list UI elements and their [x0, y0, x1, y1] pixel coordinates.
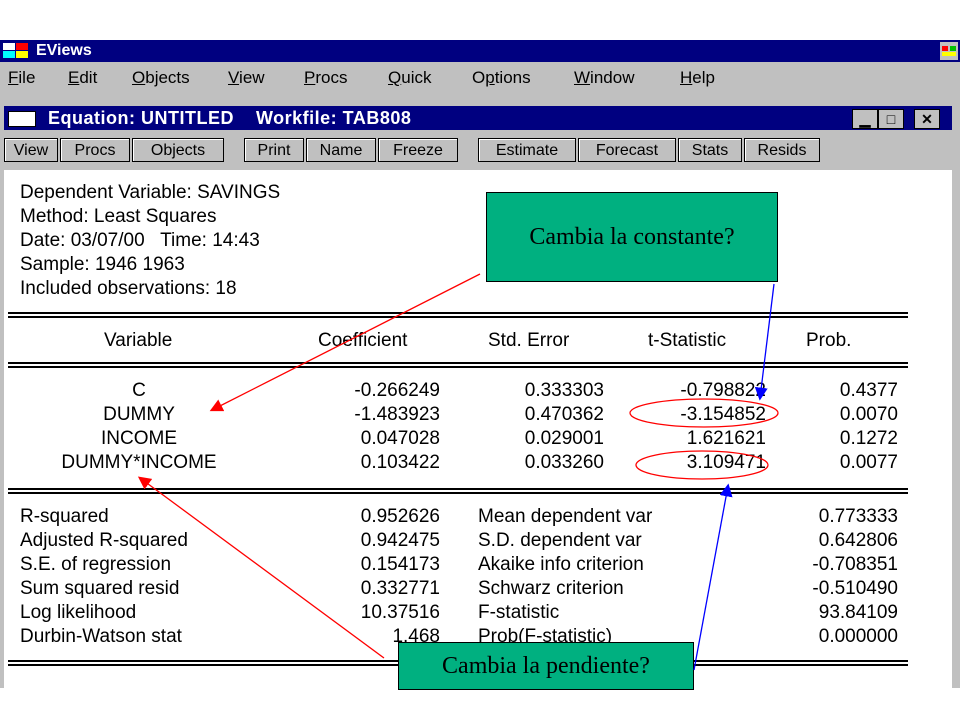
stat-value: 0.942475: [360, 530, 440, 551]
coef-t-statistic: -0.798822: [680, 380, 766, 401]
stat-label: Sum squared resid: [20, 578, 180, 599]
date-time: Date: 03/07/00 Time: 14:43: [20, 230, 260, 251]
callout-slope: Cambia la pendiente?: [398, 642, 694, 690]
resids-button[interactable]: Resids: [744, 138, 820, 162]
coef-std-error: 0.333303: [524, 380, 604, 401]
name-button[interactable]: Name: [306, 138, 376, 162]
coef-value: 0.103422: [360, 452, 440, 473]
stat-value: 93.84109: [818, 602, 898, 623]
coef-prob: 0.1272: [839, 428, 898, 449]
app-title: EViews: [36, 42, 92, 59]
coef-value: 0.047028: [360, 428, 440, 449]
column-header-coefficient: Coefficient: [318, 330, 408, 351]
forecast-button[interactable]: Forecast: [578, 138, 676, 162]
coef-t-statistic: 3.109471: [686, 452, 766, 473]
table-divider: [8, 312, 908, 318]
coef-t-statistic: 1.621621: [686, 428, 766, 449]
app-title-bar: EViews: [0, 40, 960, 62]
callout-constant: Cambia la constante?: [486, 192, 778, 282]
coef-value: -0.266249: [354, 380, 440, 401]
stat-label: Schwarz criterion: [478, 578, 624, 599]
coef-prob: 0.4377: [839, 380, 898, 401]
stat-value: 0.952626: [360, 506, 440, 527]
included-observations: Included observations: 18: [20, 278, 237, 299]
close-icon[interactable]: ✕: [914, 109, 940, 129]
column-header-t-statistic: t-Statistic: [648, 330, 727, 351]
stat-value: 0.000000: [818, 626, 898, 647]
column-header-prob: Prob.: [806, 330, 852, 351]
table-divider: [8, 362, 908, 368]
window-icon: [8, 111, 36, 127]
eviews-app-icon: [3, 43, 28, 58]
menu-quick[interactable]: Quick: [388, 68, 431, 88]
coef-std-error: 0.029001: [524, 428, 604, 449]
menu-file[interactable]: File: [8, 68, 35, 88]
menu-edit[interactable]: Edit: [68, 68, 97, 88]
method: Method: Least Squares: [20, 206, 217, 227]
maximize-icon[interactable]: □: [878, 109, 904, 129]
coef-t-statistic: -3.154852: [680, 404, 766, 425]
stat-value: 0.642806: [818, 530, 898, 551]
system-menu-icon[interactable]: [940, 42, 958, 60]
view-button[interactable]: View: [4, 138, 58, 162]
stat-label: F-statistic: [478, 602, 560, 623]
stat-value: -0.510490: [812, 578, 898, 599]
sample: Sample: 1946 1963: [20, 254, 185, 275]
stat-label: S.D. dependent var: [478, 530, 642, 551]
menu-help[interactable]: Help: [680, 68, 715, 88]
coef-variable: C: [132, 380, 146, 401]
stat-label: Akaike info criterion: [478, 554, 644, 575]
menu-view[interactable]: View: [228, 68, 265, 88]
table-divider: [8, 488, 908, 494]
menu-bar: File Edit Objects View Procs Quick Optio…: [0, 62, 960, 92]
stat-value: 10.37516: [360, 602, 440, 623]
coef-value: -1.483923: [354, 404, 440, 425]
stats-button[interactable]: Stats: [678, 138, 742, 162]
freeze-button[interactable]: Freeze: [378, 138, 458, 162]
equation-toolbar: View Procs Objects Print Name Freeze Est…: [4, 136, 952, 164]
stat-label: Durbin-Watson stat: [20, 626, 182, 647]
procs-button[interactable]: Procs: [60, 138, 130, 162]
coef-std-error: 0.470362: [524, 404, 604, 425]
menu-window[interactable]: Window: [574, 68, 634, 88]
column-header-std-error: Std. Error: [488, 330, 570, 351]
menu-objects[interactable]: Objects: [132, 68, 190, 88]
equation-window-title-bar: Equation: UNTITLED Workfile: TAB808 ▁ □ …: [4, 106, 952, 130]
stat-value: -0.708351: [812, 554, 898, 575]
coef-prob: 0.0070: [839, 404, 898, 425]
stat-value: 0.332771: [360, 578, 440, 599]
dependent-variable: Dependent Variable: SAVINGS: [20, 182, 281, 203]
coef-prob: 0.0077: [839, 452, 898, 473]
menu-options[interactable]: Options: [472, 68, 531, 88]
print-button[interactable]: Print: [244, 138, 304, 162]
stat-label: R-squared: [20, 506, 109, 527]
stat-label: Adjusted R-squared: [20, 530, 188, 551]
coef-variable: DUMMY: [103, 404, 175, 425]
stat-value: 0.773333: [818, 506, 898, 527]
equation-output: Dependent Variable: SAVINGS Method: Leas…: [4, 170, 952, 688]
stat-label: Log likelihood: [20, 602, 137, 623]
column-header-variable: Variable: [104, 330, 173, 351]
coef-variable: INCOME: [101, 428, 177, 449]
stat-value: 0.154173: [360, 554, 440, 575]
stat-label: Mean dependent var: [478, 506, 653, 527]
objects-button[interactable]: Objects: [132, 138, 224, 162]
equation-window-title: Equation: UNTITLED Workfile: TAB808: [48, 108, 412, 128]
menu-procs[interactable]: Procs: [304, 68, 347, 88]
minimize-icon[interactable]: ▁: [852, 109, 878, 129]
estimate-button[interactable]: Estimate: [478, 138, 576, 162]
coef-std-error: 0.033260: [524, 452, 604, 473]
coef-variable: DUMMY*INCOME: [61, 452, 217, 473]
stat-label: S.E. of regression: [20, 554, 172, 575]
